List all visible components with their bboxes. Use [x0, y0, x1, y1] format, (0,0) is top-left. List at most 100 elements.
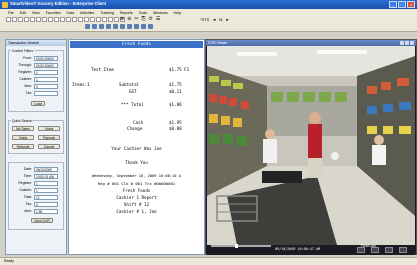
user-icon[interactable] [72, 17, 77, 22]
stop-icon[interactable] [108, 17, 113, 22]
new-icon[interactable] [6, 17, 11, 22]
open-icon[interactable] [12, 17, 17, 22]
close-button[interactable]: × [407, 1, 415, 8]
menu-favorites[interactable]: Favorites [46, 11, 61, 15]
dvr-close-button[interactable] [410, 41, 414, 45]
copy-icon[interactable]: ⎘ [142, 16, 146, 22]
help-icon[interactable] [148, 24, 153, 29]
menu-reports[interactable]: Reports [120, 11, 133, 15]
tax-field[interactable] [34, 91, 58, 96]
register-icon[interactable] [78, 17, 83, 22]
menu-activities[interactable]: Activities [80, 11, 94, 15]
key-icon[interactable] [127, 24, 132, 29]
video-feed[interactable] [207, 46, 415, 245]
time-field[interactable]: 10:00:01 AM [34, 174, 58, 179]
register-detail-field[interactable]: 1 [34, 181, 58, 186]
subtotal-value: $1.75 [169, 82, 182, 87]
filter-row: From: 00:00:00000 [11, 56, 63, 61]
menu-tools[interactable]: Tools [139, 11, 147, 15]
view-dvr-button[interactable]: View DVR [31, 218, 53, 223]
minimize-button[interactable]: _ [389, 1, 397, 8]
change-value: $0.00 [169, 126, 182, 131]
video-prev-button[interactable] [357, 247, 365, 253]
menu-help[interactable]: Help [174, 11, 181, 15]
total-label: *** Total [121, 102, 144, 107]
prev-icon[interactable]: ◄ [212, 17, 216, 22]
filter-label: Register: [18, 70, 32, 74]
detail-label: Register: [18, 181, 32, 185]
zoom-out-icon[interactable]: ⊖ [127, 16, 131, 22]
flag-icon[interactable] [134, 24, 139, 29]
register-field[interactable]: 1 [34, 70, 58, 75]
bookmark-icon[interactable] [113, 24, 118, 29]
mail-icon[interactable] [141, 24, 146, 29]
maximize-button[interactable]: □ [398, 1, 406, 8]
cut-icon[interactable]: ✂ [134, 16, 138, 22]
video-timestamp: 09/10/2009 10:00:47 AM [275, 247, 320, 251]
item-field[interactable]: 0 [34, 84, 58, 89]
menu-edit[interactable]: Edit [20, 11, 26, 15]
register-line: Reg # 001 Clk # 001 Trx #00000001 [97, 181, 176, 186]
date-line: Wednesday, September 10, 2009 10:00:10 A [92, 174, 181, 178]
next-icon[interactable]: ► [226, 17, 230, 22]
tax-detail-field[interactable]: 0 [34, 202, 58, 207]
list-icon[interactable] [54, 17, 59, 22]
zoom-in-icon[interactable]: ⊕ [120, 16, 124, 22]
toolbar-sts-label: "STS [200, 16, 210, 22]
payouts-button[interactable]: Payouts [38, 135, 60, 140]
back-icon[interactable] [92, 24, 97, 29]
total-field[interactable]: 12 [34, 195, 58, 200]
mode-icon[interactable]: M [219, 17, 222, 22]
status-text: Ready [4, 259, 14, 263]
grid-icon[interactable] [48, 17, 53, 22]
menu-data[interactable]: Data [67, 11, 75, 15]
video-scrubber[interactable] [211, 245, 271, 247]
voids-button[interactable]: Voids [38, 126, 60, 131]
subtotal-label: Subtotal [119, 82, 140, 87]
refunds-button[interactable]: Refunds [12, 144, 34, 149]
print-icon[interactable] [24, 17, 29, 22]
lock-icon[interactable] [120, 24, 125, 29]
cashier-line: Your Cashier Was Joe [111, 146, 162, 151]
item-detail-field[interactable]: 1.95 [34, 209, 58, 214]
search-icon[interactable] [30, 17, 35, 22]
menu-tracking[interactable]: Tracking [100, 11, 114, 15]
cashier-field[interactable]: 1 [34, 77, 58, 82]
filter-icon[interactable] [36, 17, 41, 22]
menu-view[interactable]: View [32, 11, 40, 15]
detail-label: Total: [23, 195, 32, 199]
no-sales-button[interactable]: No Sales [12, 126, 34, 131]
forward-icon[interactable] [99, 24, 104, 29]
chart-icon[interactable] [60, 17, 65, 22]
tag-icon[interactable] [90, 17, 95, 22]
menu-icon[interactable]: ☰ [156, 16, 160, 22]
last-icon[interactable] [106, 24, 111, 29]
video-icon[interactable] [96, 17, 101, 22]
menu-windows[interactable]: Windows [153, 11, 168, 15]
dvr-minimize-button[interactable] [400, 41, 404, 45]
load-button[interactable]: Load [31, 101, 45, 106]
refresh-icon[interactable]: ⟳ [149, 16, 153, 22]
play-icon[interactable] [102, 17, 107, 22]
video-snapshot-button[interactable] [371, 247, 379, 253]
cancel-button[interactable]: Cancel [38, 144, 60, 149]
from-field[interactable]: 00:00:00000 [34, 56, 58, 61]
total-value: $1.86 [169, 102, 182, 107]
menu-file[interactable]: File [8, 11, 14, 15]
through-field[interactable]: 00:00:00000 [34, 63, 58, 68]
voids-button-2[interactable]: Voids [12, 135, 34, 140]
export-icon[interactable] [114, 17, 119, 22]
cashier-detail-field[interactable]: 1 [34, 188, 58, 193]
clock-icon[interactable] [84, 17, 89, 22]
save-icon[interactable] [18, 17, 23, 22]
scrubber-handle[interactable] [235, 244, 238, 248]
video-settings-button[interactable] [399, 247, 407, 253]
camera-icon[interactable] [42, 17, 47, 22]
transaction-search-panel: Transaction Search Control Filters From:… [5, 39, 67, 255]
report-icon[interactable] [66, 17, 71, 22]
date-field[interactable]: 09/10/2009 [34, 167, 58, 172]
video-export-button[interactable] [385, 247, 393, 253]
first-icon[interactable] [85, 24, 90, 29]
dvr-maximize-button[interactable] [405, 41, 409, 45]
detail-label: Time: [23, 174, 32, 178]
